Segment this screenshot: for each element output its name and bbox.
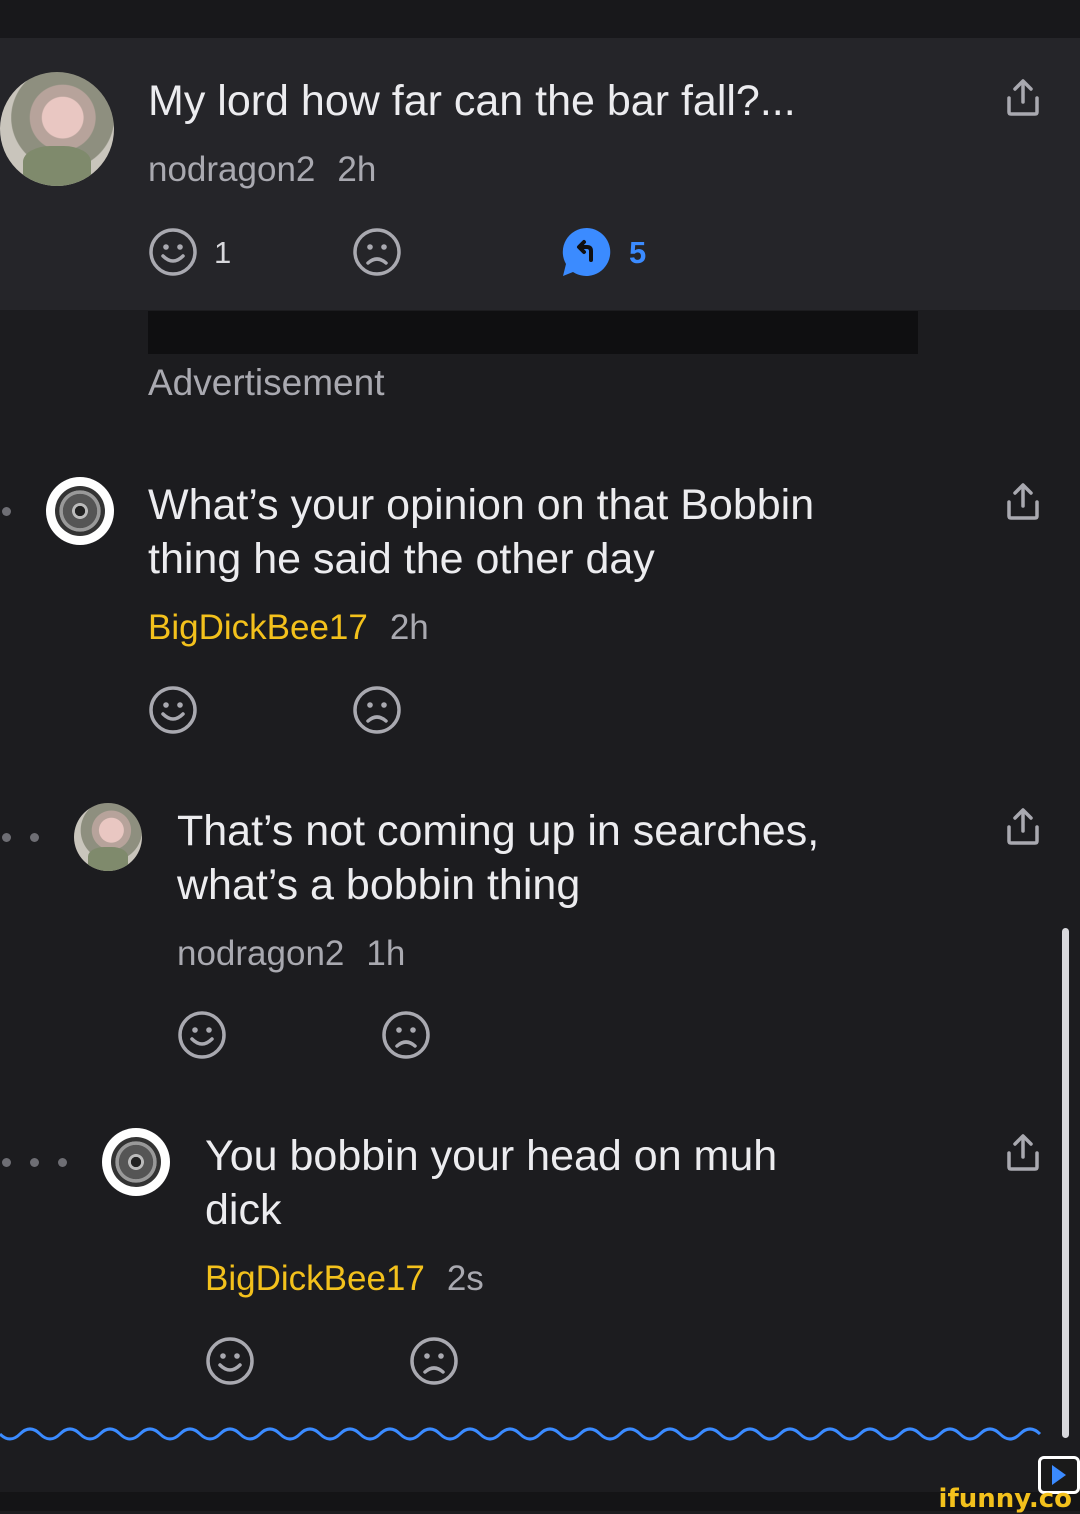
comment-text-line: That’s not coming up in searches, [177, 807, 820, 855]
comment-text-line: thing he said the other day [148, 535, 655, 583]
comment-time: 2s [446, 1259, 484, 1298]
thread-depth-dot [58, 1158, 67, 1167]
share-icon[interactable] [1003, 807, 1043, 847]
comment-author-avatar[interactable] [102, 1128, 170, 1196]
comment-text-line: You bobbin your head on muh [205, 1132, 778, 1180]
post-author-avatar[interactable] [0, 72, 114, 186]
post-title: My lord how far can the bar fall?... [148, 77, 796, 125]
advertisement-label: Advertisement [148, 362, 385, 403]
comment-time: 2h [389, 608, 429, 647]
comment-author-avatar[interactable] [74, 803, 142, 871]
comment-meta: nodragon2 1h [177, 934, 405, 974]
smile-icon[interactable] [205, 1336, 255, 1386]
reply-bubble-icon[interactable] [561, 226, 613, 278]
comment-meta: BigDickBee17 2h [148, 608, 429, 648]
advertisement-banner[interactable] [148, 311, 918, 354]
frown-icon[interactable] [409, 1336, 459, 1386]
comment-author[interactable]: BigDickBee17 [148, 608, 368, 647]
frown-icon[interactable] [352, 685, 402, 735]
thread-depth-dot [2, 833, 11, 842]
bottom-bar [0, 1492, 1080, 1511]
comment-text-line: dick [205, 1186, 282, 1234]
share-icon[interactable] [1003, 1133, 1043, 1173]
comment-time: 1h [366, 934, 406, 973]
frown-icon[interactable] [352, 227, 402, 277]
smile-icon[interactable] [148, 227, 198, 277]
smile-icon[interactable] [148, 685, 198, 735]
thread-depth-dot [30, 1158, 39, 1167]
post-time: 2h [337, 150, 377, 189]
comment-meta: BigDickBee17 2s [205, 1259, 484, 1299]
smile-icon[interactable] [177, 1010, 227, 1060]
new-content-divider [0, 1427, 1042, 1441]
comment-author-avatar[interactable] [46, 477, 114, 545]
comment-text-line: what’s a bobbin thing [177, 861, 581, 909]
like-count: 1 [214, 235, 232, 270]
thread-depth-dot [30, 833, 39, 842]
share-icon[interactable] [1003, 482, 1043, 522]
share-icon[interactable] [1003, 78, 1043, 118]
watermark: ifunny.co [938, 1484, 1072, 1514]
thread-depth-dot [2, 507, 11, 516]
comment-text-line: What’s your opinion on that Bobbin [148, 481, 815, 529]
top-bar [0, 0, 1080, 38]
post-author[interactable]: nodragon2 [148, 150, 315, 189]
comment-author[interactable]: BigDickBee17 [205, 1259, 425, 1298]
frown-icon[interactable] [381, 1010, 431, 1060]
scrollbar[interactable] [1062, 928, 1069, 1438]
post-meta: nodragon2 2h [148, 150, 376, 190]
comment-author[interactable]: nodragon2 [177, 934, 344, 973]
thread-depth-dot [2, 1158, 11, 1167]
reply-count[interactable]: 5 [629, 235, 646, 271]
